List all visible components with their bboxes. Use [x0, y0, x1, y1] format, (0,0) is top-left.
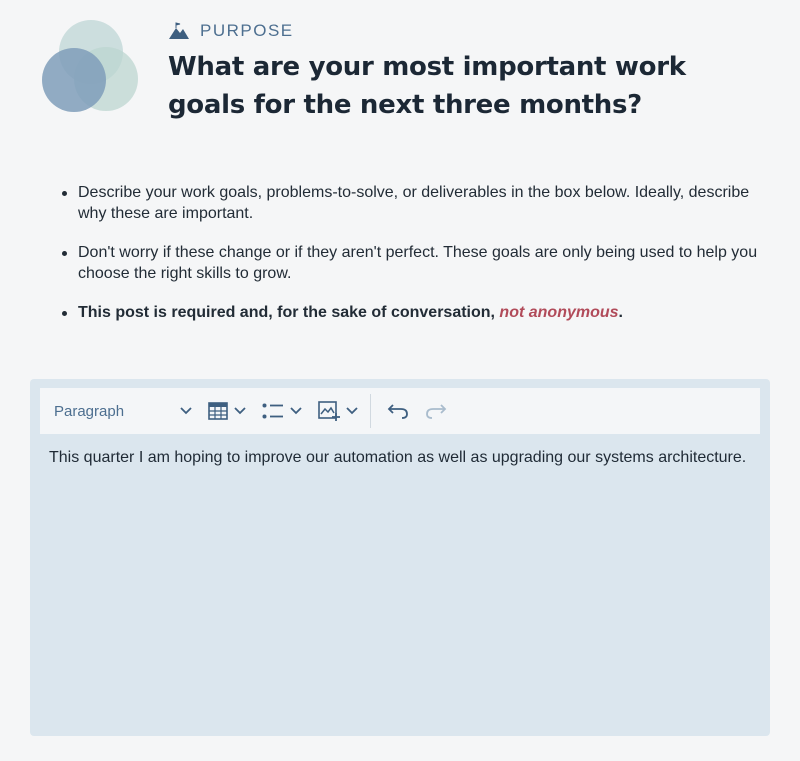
instruction-item: Describe your work goals, problems-to-so… — [58, 182, 778, 224]
chevron-down-icon — [234, 407, 246, 415]
logo-circles — [40, 18, 140, 114]
redo-button[interactable] — [425, 403, 447, 419]
section-header: PURPOSE What are your most important wor… — [168, 20, 768, 124]
editor-content[interactable]: This quarter I am hoping to improve our … — [49, 447, 749, 468]
editor-toolbar: Paragraph — [40, 388, 760, 434]
rich-text-editor: Paragraph This quarter I am hoping to im… — [30, 379, 770, 736]
page-title: What are your most important work goals … — [168, 52, 686, 120]
bulleted-list-button[interactable] — [262, 403, 302, 419]
undo-button[interactable] — [387, 403, 409, 419]
toolbar-separator — [370, 394, 371, 428]
logo-circle-left — [42, 48, 106, 112]
undo-icon — [387, 404, 408, 419]
block-style-dropdown[interactable]: Paragraph — [54, 403, 192, 420]
required-notice: This post is required and, for the sake … — [58, 302, 778, 323]
insert-table-button[interactable] — [208, 402, 246, 420]
page: PURPOSE What are your most important wor… — [0, 0, 800, 761]
insert-image-button[interactable] — [318, 401, 358, 421]
not-anonymous-emphasis: not anonymous — [499, 304, 619, 321]
block-style-value: Paragraph — [54, 402, 125, 420]
kicker-label: PURPOSE — [200, 21, 294, 40]
instruction-item: Don't worry if these change or if they a… — [58, 242, 778, 284]
bulleted-list-icon — [262, 403, 283, 419]
insert-image-icon — [318, 401, 340, 421]
section-kicker: PURPOSE — [168, 20, 768, 42]
redo-icon — [426, 404, 447, 419]
mountain-flag-icon — [169, 22, 189, 39]
instructions-list: Describe your work goals, problems-to-so… — [58, 182, 778, 341]
chevron-down-icon — [346, 407, 358, 415]
table-icon — [208, 402, 228, 420]
required-text: This post is required and, for the sake … — [78, 304, 500, 321]
required-suffix: . — [618, 304, 623, 321]
chevron-down-icon — [180, 407, 192, 415]
chevron-down-icon — [290, 407, 302, 415]
